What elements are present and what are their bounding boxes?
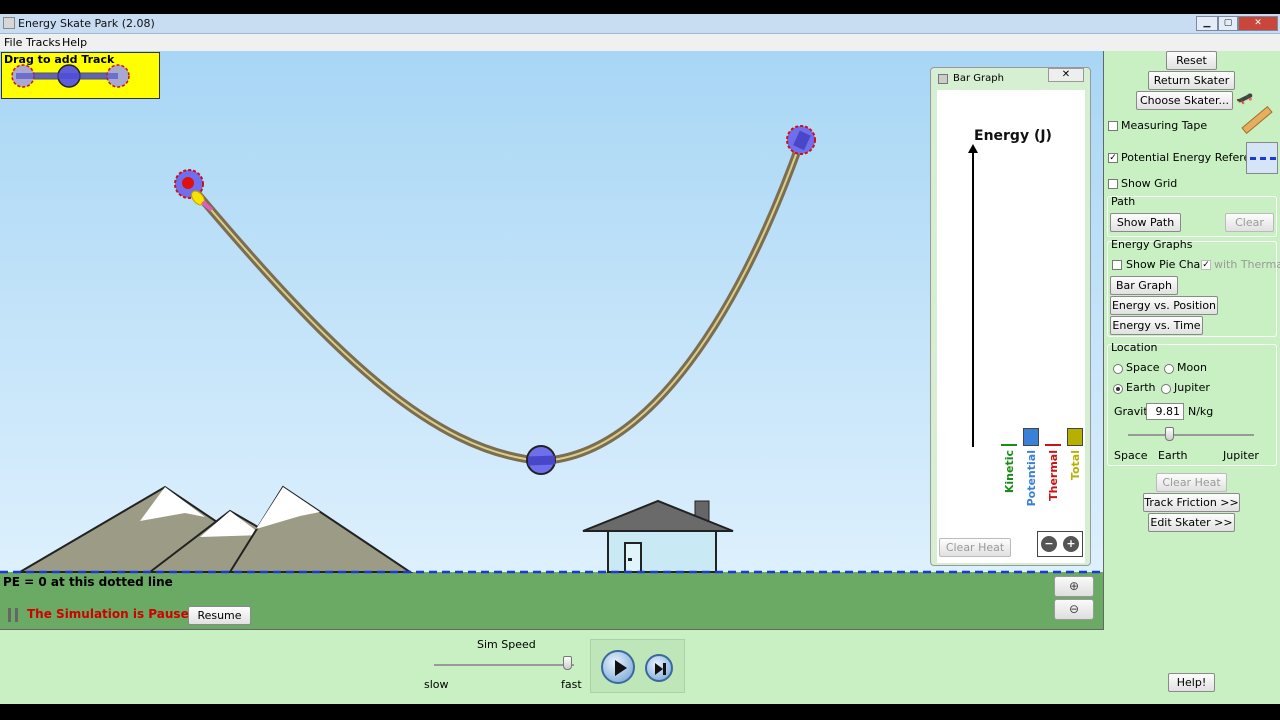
gravity-slider-thumb[interactable] [1165, 427, 1174, 441]
return-skater-button[interactable]: Return Skater [1148, 71, 1235, 90]
step-button[interactable] [645, 654, 673, 682]
play-button[interactable] [601, 650, 635, 684]
bar-graph-window[interactable]: Bar Graph ✕ Energy (J) Kinetic Potential T… [930, 67, 1091, 566]
pe-reference-icon [1246, 142, 1278, 174]
location-section-title: Location [1111, 341, 1158, 354]
app-icon [3, 17, 15, 29]
help-button[interactable]: Help! [1168, 673, 1215, 692]
sim-speed-fast-label: fast [561, 678, 582, 691]
mountains [16, 485, 414, 573]
show-grid-label: Show Grid [1121, 177, 1178, 190]
resume-button[interactable]: Resume [188, 606, 251, 625]
sim-speed-slow-label: slow [424, 678, 449, 691]
pe-reference-checkbox[interactable]: ✓ [1108, 153, 1118, 163]
earth-radio[interactable] [1113, 384, 1123, 394]
zoom-in-button[interactable]: ⊕ [1054, 576, 1094, 597]
energy-vs-position-button[interactable]: Energy vs. Position [1110, 296, 1218, 315]
bar-zoom-in-icon[interactable]: + [1063, 536, 1079, 552]
bar-graph-clear-heat-button[interactable]: Clear Heat [939, 538, 1011, 557]
zoom-in-icon: ⊕ [1068, 579, 1080, 593]
gravity-input[interactable]: 9.81 [1146, 403, 1184, 420]
clear-path-button[interactable]: Clear [1225, 213, 1274, 232]
menu-file[interactable]: File [4, 36, 22, 49]
bar-graph-button[interactable]: Bar Graph [1110, 276, 1178, 295]
energy-bar-label-potential: Potential [1025, 450, 1038, 507]
space-radio[interactable] [1113, 364, 1123, 374]
with-thermal-label: with Thermal [1214, 258, 1280, 271]
energy-graphs-title: Energy Graphs [1111, 238, 1193, 251]
track-toolbox[interactable]: Drag to add Track [1, 52, 160, 99]
pause-icon [8, 608, 18, 622]
energy-bar-potential [1023, 428, 1039, 446]
axis-arrow-icon [968, 144, 978, 153]
zoom-out-icon: ⊖ [1068, 602, 1080, 616]
bar-graph-title: Bar Graph [953, 73, 1004, 84]
path-section-title: Path [1111, 195, 1136, 208]
bar-graph-plot: Energy (J) Kinetic Potential Thermal Total … [937, 90, 1085, 563]
show-path-button[interactable]: Show Path [1110, 213, 1181, 232]
reset-button[interactable]: Reset [1166, 51, 1217, 70]
minimize-button[interactable]: ▁ [1196, 16, 1218, 31]
paused-status-text: The Simulation is Paused [27, 607, 198, 621]
play-icon [615, 660, 627, 676]
energy-bar-thermal [1045, 444, 1061, 446]
gravity-slider-track[interactable] [1128, 434, 1254, 436]
bar-graph-close-button[interactable]: ✕ [1048, 68, 1084, 82]
track-friction-button[interactable]: Track Friction >> [1143, 493, 1240, 512]
moon-radio[interactable] [1164, 364, 1174, 374]
sim-speed-slider-track[interactable] [434, 664, 574, 666]
with-thermal-checkbox[interactable]: ✓ [1201, 260, 1211, 270]
menu-tracks[interactable]: Tracks [26, 36, 61, 49]
energy-bar-kinetic [1001, 444, 1017, 446]
sim-speed-label: Sim Speed [477, 638, 536, 651]
earth-label: Earth [1126, 381, 1156, 394]
jupiter-radio[interactable] [1161, 384, 1171, 394]
measuring-tape-label: Measuring Tape [1121, 119, 1208, 132]
show-pie-chart-checkbox[interactable] [1112, 260, 1122, 270]
playback-panel [590, 639, 685, 693]
energy-bar-total [1067, 428, 1083, 446]
energy-axis [972, 150, 974, 447]
jupiter-label: Jupiter [1174, 381, 1210, 394]
screen-bottom-border [0, 704, 1280, 720]
show-grid-checkbox[interactable] [1108, 179, 1118, 189]
track-piece-icon[interactable] [2, 53, 161, 100]
moon-label: Moon [1177, 361, 1207, 374]
maximize-button[interactable]: ▢ [1218, 16, 1238, 31]
window-titlebar: Energy Skate Park (2.08) ▁ ▢ ✕ [0, 14, 1280, 34]
gravity-scale-jupiter: Jupiter [1223, 449, 1259, 462]
skater-icon: 🛹 [1236, 91, 1254, 107]
sim-speed-slider-thumb[interactable] [563, 656, 572, 670]
choose-skater-button[interactable]: Choose Skater... [1136, 91, 1233, 110]
step-icon [655, 663, 663, 675]
house [582, 499, 734, 573]
show-pie-chart-label: Show Pie Chart [1126, 258, 1210, 271]
energy-vs-time-button[interactable]: Energy vs. Time [1110, 316, 1203, 335]
window-title: Energy Skate Park (2.08) [18, 17, 155, 30]
energy-axis-label: Energy (J) [974, 128, 1052, 144]
gravity-scale-earth: Earth [1158, 449, 1188, 462]
edit-skater-button[interactable]: Edit Skater >> [1148, 513, 1235, 532]
energy-bar-label-total: Total [1069, 450, 1082, 481]
energy-bar-label-kinetic: Kinetic [1003, 450, 1016, 494]
pe-zero-label: PE = 0 at this dotted line [3, 575, 173, 589]
skate-track[interactable] [186, 137, 805, 466]
bar-zoom-control[interactable]: − + [1037, 531, 1083, 557]
space-label: Space [1126, 361, 1160, 374]
clear-heat-button[interactable]: Clear Heat [1156, 473, 1227, 492]
window-icon [938, 74, 948, 84]
gravity-scale-space: Space [1114, 449, 1148, 462]
close-window-button[interactable]: ✕ [1238, 16, 1278, 31]
menubar: File Tracks Help [0, 34, 1280, 51]
bar-zoom-out-icon[interactable]: − [1041, 536, 1057, 552]
menu-help[interactable]: Help [62, 36, 87, 49]
energy-bar-label-thermal: Thermal [1047, 450, 1060, 501]
measuring-tape-checkbox[interactable] [1108, 121, 1118, 131]
gravity-unit-label: N/kg [1188, 405, 1214, 418]
zoom-out-button[interactable]: ⊖ [1054, 599, 1094, 620]
